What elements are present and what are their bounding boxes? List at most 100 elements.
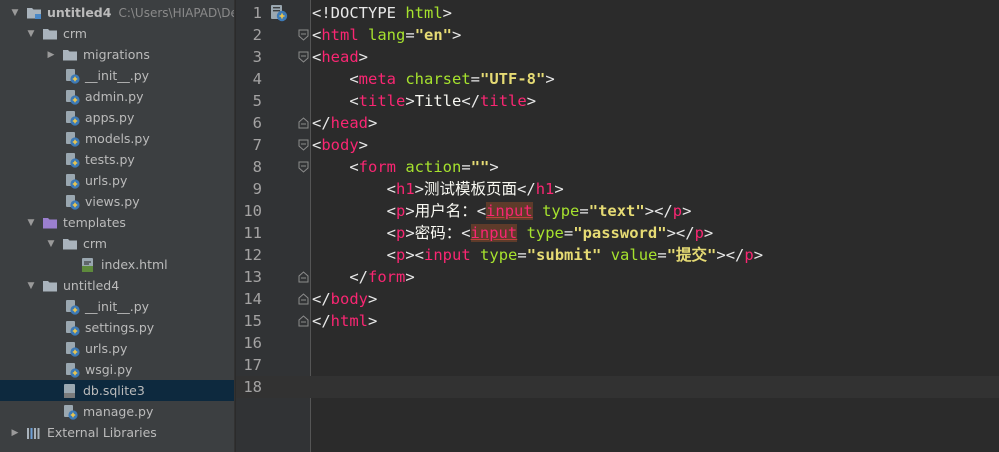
tree-item[interactable]: __init__.py <box>0 65 234 86</box>
code-token: <!DOCTYPE <box>312 4 406 22</box>
code-token: = <box>461 158 471 176</box>
python-file-icon <box>66 131 80 147</box>
libraries-icon <box>27 427 40 439</box>
code-token: p <box>396 202 406 220</box>
project-tree[interactable]: ▼ untitled4 C:\Users\HIAPAD\Desk ▼ crm ▶ migra… <box>0 0 235 452</box>
tree-item[interactable]: models.py <box>0 128 234 149</box>
tree-item[interactable]: admin.py <box>0 86 234 107</box>
code-line[interactable]: 13 </form> <box>236 266 999 288</box>
tree-item[interactable]: tests.py <box>0 149 234 170</box>
code-token: = <box>517 246 527 264</box>
tree-item-label: untitled4 <box>47 5 112 20</box>
folder-icon <box>63 49 77 60</box>
code-line[interactable]: 2 <html lang="en"> <box>236 24 999 46</box>
code-line[interactable]: 9 <h1>测试模板页面</h1> <box>236 178 999 200</box>
tree-item[interactable]: apps.py <box>0 107 234 128</box>
tree-item[interactable]: ▼ templates <box>0 212 234 233</box>
templates-folder-icon <box>43 217 57 228</box>
code-line[interactable]: 3 <head> <box>236 46 999 68</box>
code-text: </html> <box>312 310 377 332</box>
chevron-down-icon[interactable]: ▼ <box>26 29 36 39</box>
code-token: head <box>321 48 359 66</box>
fold-close-icon[interactable] <box>298 293 309 305</box>
python-file-icon <box>66 110 80 126</box>
code-line[interactable]: 8 <form action=""> <box>236 156 999 178</box>
tree-item-root[interactable]: ▼ untitled4 C:\Users\HIAPAD\Desk <box>0 2 234 23</box>
fold-open-icon[interactable] <box>298 51 309 63</box>
fold-open-icon[interactable] <box>298 139 309 151</box>
code-token: "" <box>470 158 490 176</box>
code-line[interactable]: 7 <body> <box>236 134 999 156</box>
tree-item[interactable]: ▼ crm <box>0 233 234 254</box>
line-number: 12 <box>243 246 262 264</box>
tree-item-label: __init__.py <box>85 299 150 314</box>
python-file-icon <box>66 152 80 168</box>
folder-icon <box>63 238 77 249</box>
code-token: ></ <box>716 246 745 264</box>
tree-item[interactable]: wsgi.py <box>0 359 234 380</box>
chevron-down-icon[interactable]: ▼ <box>10 8 20 18</box>
code-text: <body> <box>312 134 368 156</box>
code-token: form <box>368 268 406 286</box>
tree-item[interactable]: index.html <box>0 254 234 275</box>
tree-item[interactable]: __init__.py <box>0 296 234 317</box>
code-line[interactable]: 14 </body> <box>236 288 999 310</box>
tree-item[interactable]: ▼ crm <box>0 23 234 44</box>
code-token: > <box>442 4 452 22</box>
code-line[interactable]: 15 </html> <box>236 310 999 332</box>
line-number: 11 <box>243 224 262 242</box>
tree-item[interactable]: settings.py <box>0 317 234 338</box>
code-line[interactable]: 10 <p>用户名：<input type="text"></p> <box>236 200 999 222</box>
chevron-right-icon[interactable]: ▶ <box>10 428 20 438</box>
tree-item[interactable]: urls.py <box>0 170 234 191</box>
code-line[interactable]: 11 <p>密码：<input type="password"></p> <box>236 222 999 244</box>
python-file-icon <box>66 362 80 378</box>
tree-item[interactable]: ▶ migrations <box>0 44 234 65</box>
tree-item-label: tests.py <box>85 152 135 167</box>
code-token: < <box>312 180 396 198</box>
fold-close-icon[interactable] <box>298 315 309 327</box>
code-line[interactable]: 1 <!DOCTYPE html> <box>236 2 999 24</box>
code-token: p <box>744 246 754 264</box>
tree-item[interactable]: urls.py <box>0 338 234 359</box>
chevron-down-icon[interactable]: ▼ <box>26 281 36 291</box>
code-line[interactable]: 5 <title>Title</title> <box>236 90 999 112</box>
tree-item-label: views.py <box>85 194 140 209</box>
tree-item[interactable]: db.sqlite3 <box>0 380 234 401</box>
tree-item[interactable]: manage.py <box>0 401 234 422</box>
code-token: = <box>405 26 415 44</box>
fold-close-icon[interactable] <box>298 117 309 129</box>
line-number: 5 <box>252 92 262 110</box>
tree-item-label: wsgi.py <box>85 362 133 377</box>
python-file-icon <box>66 173 80 189</box>
code-line[interactable]: 16 <box>236 332 999 354</box>
chevron-right-icon[interactable]: ▶ <box>46 50 56 60</box>
tree-item-label: db.sqlite3 <box>83 383 145 398</box>
code-token: html <box>405 4 443 22</box>
fold-close-icon[interactable] <box>298 271 309 283</box>
code-line[interactable]: 4 <meta charset="UTF-8"> <box>236 68 999 90</box>
code-token: > <box>414 180 425 198</box>
fold-open-icon[interactable] <box>298 161 309 173</box>
tree-item-label: admin.py <box>85 89 144 104</box>
code-line[interactable]: 12 <p><input type="submit" value="提交"></… <box>236 244 999 266</box>
code-token: >< <box>405 246 425 264</box>
code-line[interactable]: 18 <box>236 376 999 398</box>
code-token: > <box>405 268 415 286</box>
tree-item[interactable]: ▼ untitled4 <box>0 275 234 296</box>
code-line[interactable]: 6 </head> <box>236 112 999 134</box>
code-text: <p>用户名：<input type="text"></p> <box>312 200 691 222</box>
tree-item[interactable]: views.py <box>0 191 234 212</box>
chevron-down-icon[interactable]: ▼ <box>26 218 36 228</box>
tree-item[interactable]: ▶ External Libraries <box>0 422 234 443</box>
code-line[interactable]: 17 <box>236 354 999 376</box>
code-token: < <box>461 224 471 242</box>
code-token: </ <box>312 290 331 308</box>
code-token: > <box>554 180 564 198</box>
code-token: > <box>526 92 537 110</box>
chevron-down-icon[interactable]: ▼ <box>46 239 56 249</box>
line-number: 3 <box>252 48 262 66</box>
fold-open-icon[interactable] <box>298 29 309 41</box>
